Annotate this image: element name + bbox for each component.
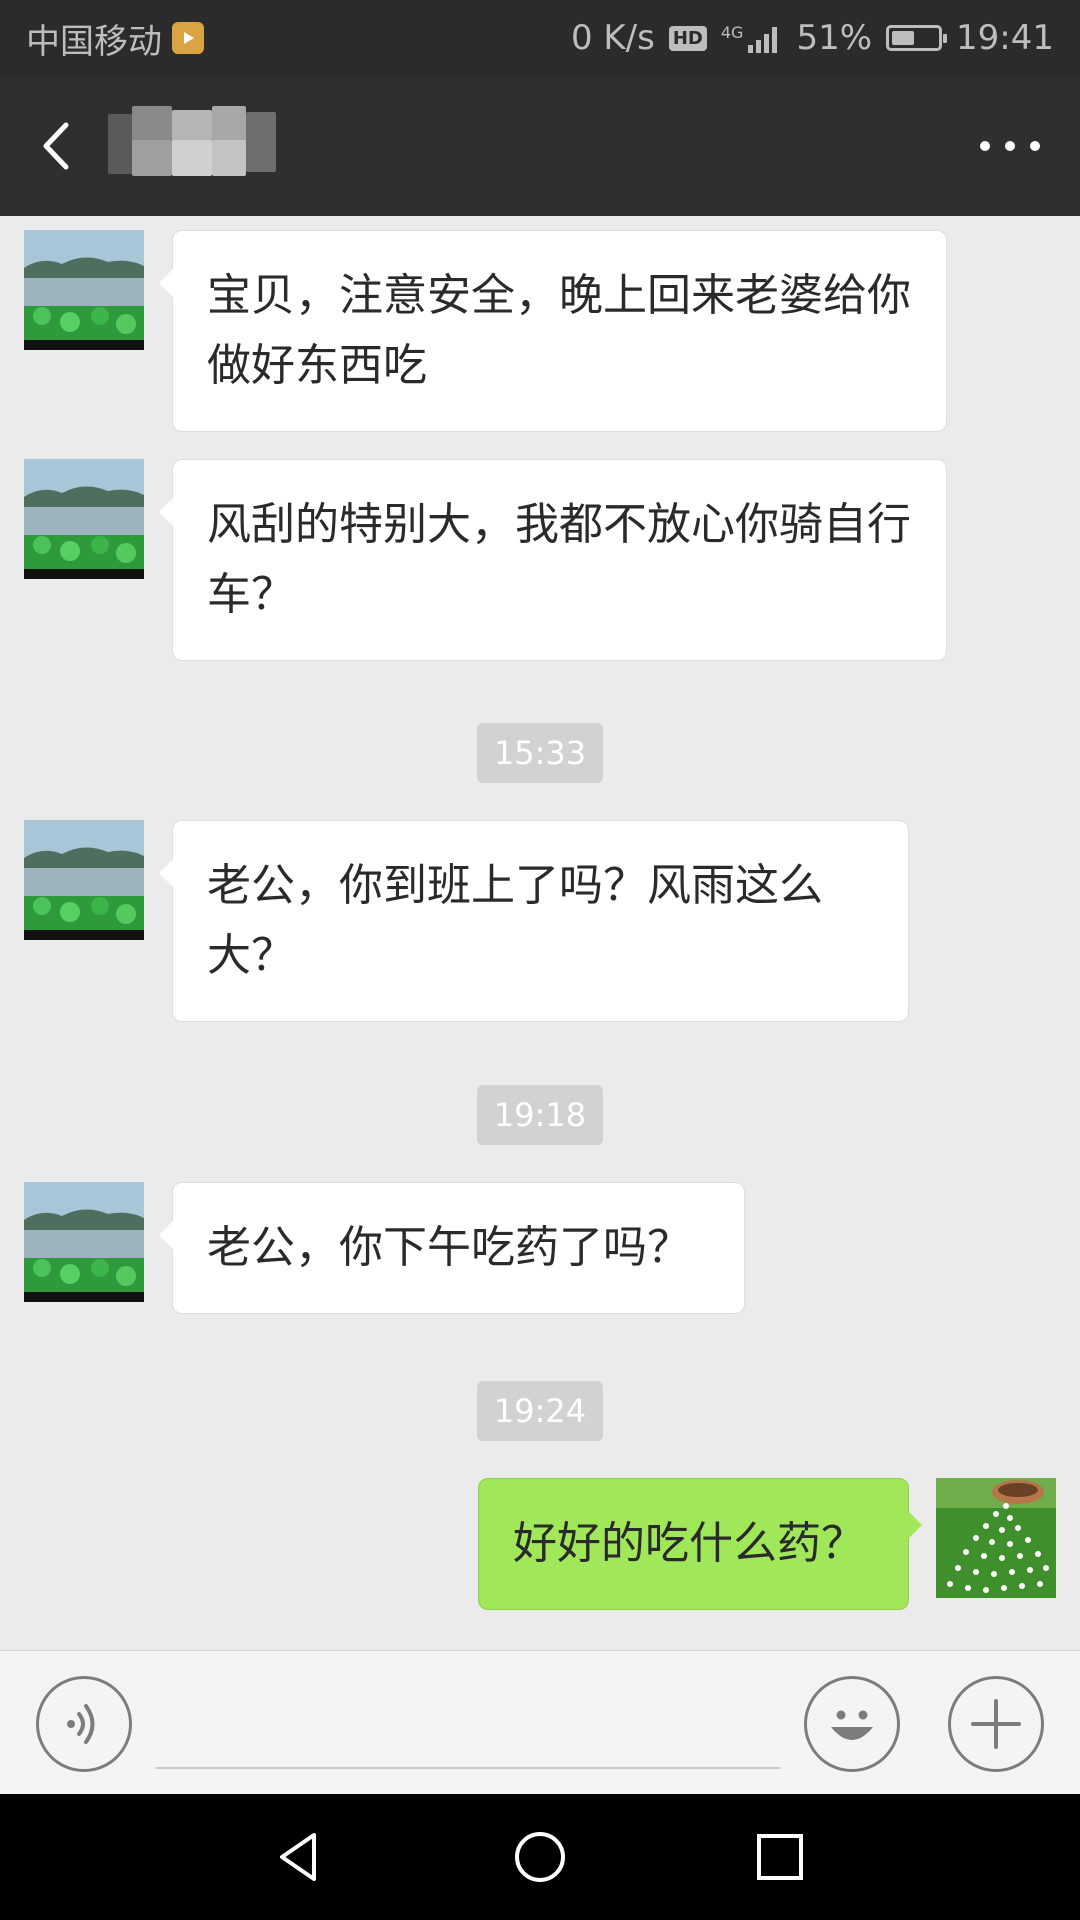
media-play-icon <box>172 22 204 54</box>
landscape-avatar-icon <box>24 820 144 940</box>
voice-button[interactable] <box>36 1676 132 1772</box>
triangle-back-icon <box>280 1833 316 1881</box>
emoji-button[interactable] <box>804 1676 900 1772</box>
contact-avatar[interactable] <box>24 820 144 940</box>
text-input[interactable] <box>156 1767 780 1769</box>
signal-icon: 4G <box>721 23 783 53</box>
incoming-message[interactable]: 老公，你下午吃药了吗？ <box>159 1182 745 1314</box>
nav-home-button[interactable] <box>510 1827 570 1887</box>
message-text: 宝贝，注意安全，晚上回来老婆给你做好东西吃 <box>207 270 911 391</box>
status-bar: 中国移动 0 K/s HD 4G 51% 19:41 <box>0 0 1080 76</box>
my-avatar[interactable] <box>936 1478 1056 1598</box>
flower-pot-avatar-icon <box>936 1478 1056 1598</box>
incoming-message[interactable]: 宝贝，注意安全，晚上回来老婆给你做好东西吃 <box>159 230 947 432</box>
time-separator: 19:18 <box>477 1085 603 1145</box>
network-speed: 0 K/s <box>570 18 655 58</box>
status-right: 0 K/s HD 4G 51% 19:41 <box>571 18 1054 58</box>
more-options-button[interactable] <box>980 128 1040 164</box>
contact-avatar[interactable] <box>24 459 144 579</box>
more-dot <box>1005 141 1015 151</box>
battery-level-fill <box>892 31 915 45</box>
contact-name-pixelated[interactable] <box>108 106 278 176</box>
battery-icon <box>886 25 948 51</box>
plus-icon <box>971 1699 1021 1749</box>
network-type: 4G <box>720 23 744 42</box>
message-text: 老公，你到班上了吗？风雨这么大？ <box>207 860 823 981</box>
more-functions-button[interactable] <box>948 1676 1044 1772</box>
more-dots-icon <box>980 141 990 151</box>
chat-messages[interactable]: 宝贝，注意安全，晚上回来老婆给你做好东西吃 风刮的特别大，我都不放心你骑自行车？… <box>0 216 1080 1650</box>
carrier-name: 中国移动 <box>26 21 162 62</box>
square-recents-icon <box>757 1834 803 1880</box>
hd-badge: HD <box>668 25 707 51</box>
circle-home-icon <box>515 1832 565 1882</box>
landscape-avatar-icon <box>24 459 144 579</box>
system-nav-bar <box>0 1794 1080 1920</box>
nav-recents-button[interactable] <box>750 1827 810 1887</box>
back-button[interactable] <box>30 111 90 181</box>
chevron-left-icon <box>43 122 69 170</box>
landscape-avatar-icon <box>24 1182 144 1302</box>
contact-avatar[interactable] <box>24 230 144 350</box>
message-text: 好好的吃什么药？ <box>513 1518 865 1569</box>
more-dot <box>1030 141 1040 151</box>
emoji-icon <box>831 1710 873 1740</box>
incoming-message[interactable]: 老公，你到班上了吗？风雨这么大？ <box>159 820 909 1022</box>
incoming-message[interactable]: 风刮的特别大，我都不放心你骑自行车？ <box>159 459 947 661</box>
status-left: 中国移动 <box>26 14 571 63</box>
nav-back-button[interactable] <box>270 1827 330 1887</box>
outgoing-message[interactable]: 好好的吃什么药？ <box>478 1478 922 1610</box>
message-input-bar <box>0 1650 1080 1794</box>
time-separator: 19:24 <box>477 1381 603 1441</box>
contact-avatar[interactable] <box>24 1182 144 1302</box>
chat-header <box>0 76 1080 216</box>
clock: 19:41 <box>956 18 1054 58</box>
message-text: 老公，你下午吃药了吗？ <box>207 1222 691 1273</box>
landscape-avatar-icon <box>24 230 144 350</box>
message-text: 风刮的特别大，我都不放心你骑自行车？ <box>207 499 911 620</box>
battery-percent: 51% <box>796 18 873 58</box>
voice-icon <box>67 1704 95 1744</box>
time-separator: 15:33 <box>477 723 603 783</box>
